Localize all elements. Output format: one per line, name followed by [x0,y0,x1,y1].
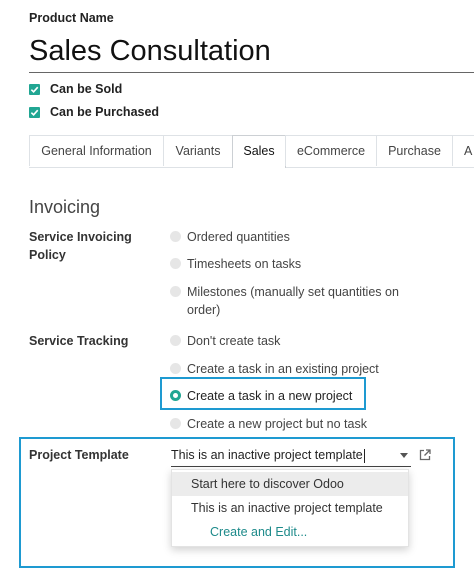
radio-icon[interactable] [170,231,181,242]
product-name-input[interactable]: Sales Consultation [29,32,474,73]
policy-milestones[interactable]: Milestones (manually set quantities on o… [170,283,417,319]
tab-sales[interactable]: Sales [232,135,286,168]
tracking-existing-project[interactable]: Create a task in an existing project [170,360,379,378]
service-invoicing-policy-label: Service Invoicing Policy [29,230,132,262]
tracking-new-project-no-task[interactable]: Create a new project but no task [170,415,367,433]
tracking-new-project[interactable]: Create a task in a new project [170,387,352,405]
external-link-icon[interactable] [418,448,432,462]
tab-ecommerce[interactable]: eCommerce [285,135,377,166]
tab-purchase[interactable]: Purchase [376,135,453,166]
policy-ordered-quantities[interactable]: Ordered quantities [170,228,290,246]
policy-timesheets[interactable]: Timesheets on tasks [170,255,301,273]
can-be-purchased-label: Can be Purchased [50,105,160,119]
dropdown-option-inactive-template[interactable]: This is an inactive project template [172,496,408,520]
can-be-sold-checkbox[interactable] [29,83,40,95]
can-be-sold-row[interactable]: Can be Sold [29,80,122,98]
dropdown-option-start-here[interactable]: Start here to discover Odoo [172,472,408,496]
radio-icon[interactable] [170,418,181,429]
can-be-purchased-checkbox[interactable] [29,106,40,118]
project-template-value: This is an inactive project template [171,448,363,462]
notebook-tabs: General Information Variants Sales eComm… [29,135,474,168]
project-template-dropdown: Start here to discover Odoo This is an i… [171,469,409,547]
check-icon [30,86,39,93]
dropdown-caret-icon[interactable] [400,453,408,458]
product-name-label: Product Name [29,11,114,25]
can-be-purchased-row[interactable]: Can be Purchased [29,103,159,121]
radio-icon[interactable] [170,258,181,269]
tab-variants[interactable]: Variants [163,135,233,166]
text-cursor [363,448,365,463]
radio-icon[interactable] [170,335,181,346]
project-template-label: Project Template [29,448,129,462]
dropdown-create-and-edit[interactable]: Create and Edit... [172,520,408,544]
radio-icon[interactable] [170,363,181,374]
can-be-sold-label: Can be Sold [50,82,123,96]
product-form: Product Name Sales Consultation Can be S… [0,0,474,579]
tab-general-information[interactable]: General Information [29,135,164,166]
tab-more[interactable]: A [452,135,474,166]
radio-selected-icon[interactable] [170,390,181,401]
invoicing-title: Invoicing [29,197,101,217]
project-template-input[interactable]: This is an inactive project template [171,446,411,467]
tracking-dont-create-task[interactable]: Don't create task [170,332,280,350]
service-tracking-label: Service Tracking [29,334,129,348]
radio-icon[interactable] [170,286,181,297]
check-icon [30,109,39,116]
